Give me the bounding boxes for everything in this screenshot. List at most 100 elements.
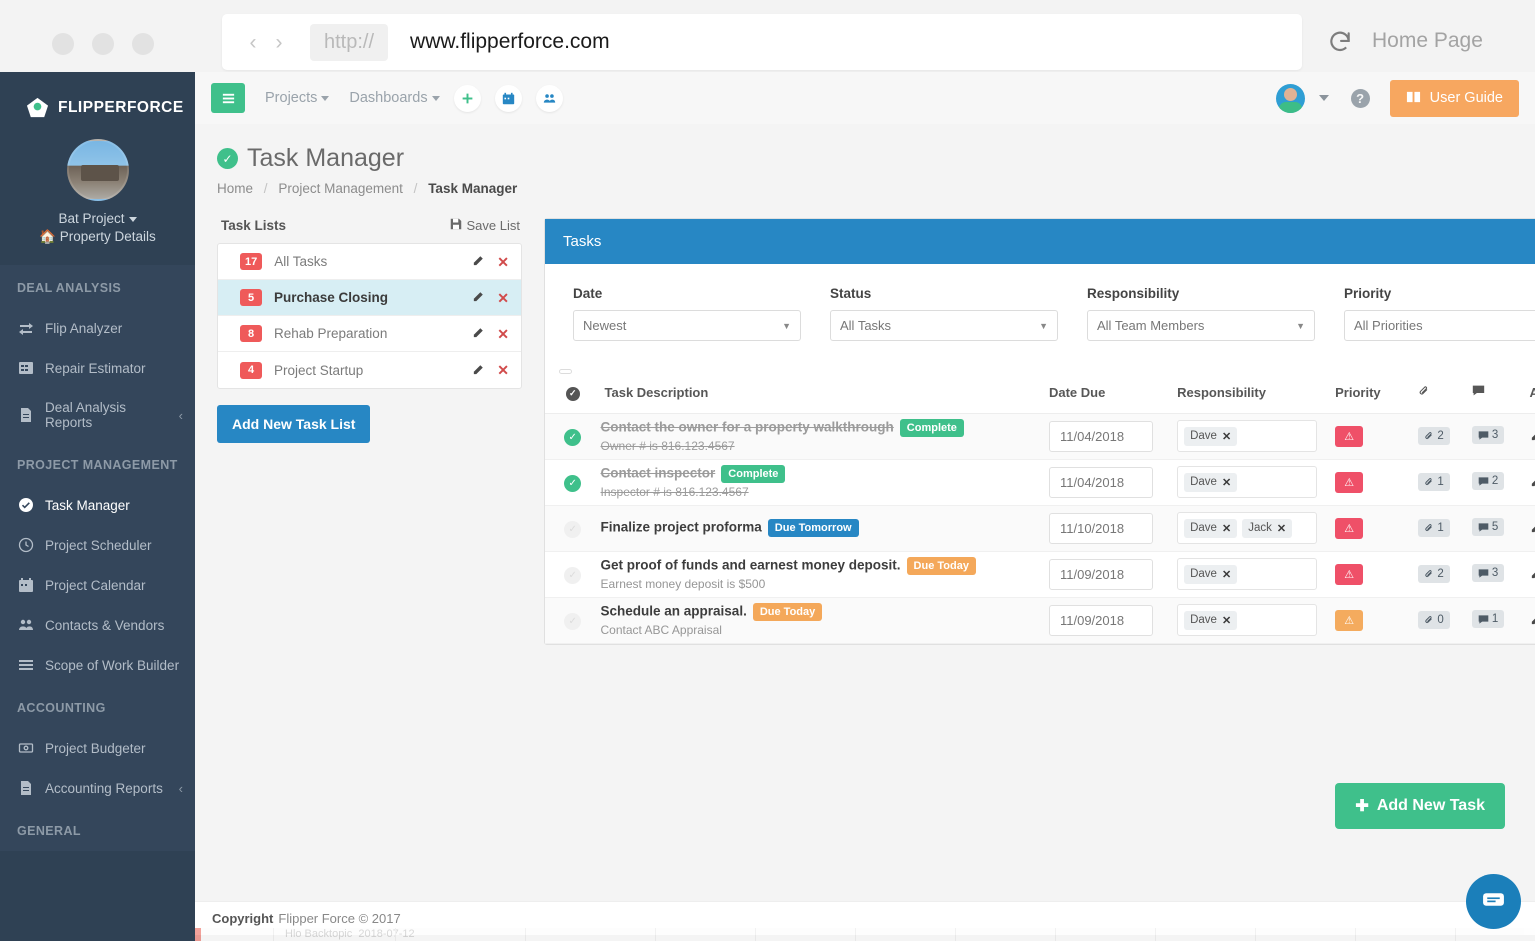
minimize-dot[interactable] xyxy=(92,33,114,55)
row-date-cell[interactable]: 11/09/2018 xyxy=(1048,551,1178,598)
team-button[interactable] xyxy=(535,84,563,112)
sidebar-item-task-manager[interactable]: Task Manager xyxy=(0,485,195,525)
row-responsibility-cell[interactable]: Dave ✕ xyxy=(1177,459,1336,506)
row-checkbox-cell[interactable]: ✓ xyxy=(545,505,601,552)
close-dot[interactable] xyxy=(52,33,74,55)
sidebar-item-deal-analysis-reports[interactable]: Deal Analysis Reports ‹ xyxy=(0,388,195,442)
delete-icon[interactable]: ✕ xyxy=(497,255,509,269)
edit-icon[interactable] xyxy=(1529,430,1535,443)
delete-icon[interactable]: ✕ xyxy=(497,291,509,305)
row-date-cell[interactable]: 11/09/2018 xyxy=(1048,597,1178,644)
row-attachments-cell[interactable]: 0 xyxy=(1418,597,1472,644)
row-date-cell[interactable]: 11/04/2018 xyxy=(1048,459,1178,506)
project-selector[interactable]: Bat Project xyxy=(0,211,195,226)
row-date-cell[interactable]: 11/10/2018 xyxy=(1048,505,1178,552)
row-attachments-cell[interactable]: 2 xyxy=(1418,551,1472,598)
question-mark-icon[interactable]: ? xyxy=(1350,88,1370,108)
row-comments-cell[interactable]: 1 xyxy=(1471,597,1530,644)
row-priority-cell[interactable]: ⚠ xyxy=(1335,505,1419,552)
maximize-dot[interactable] xyxy=(132,33,154,55)
sidebar-item-accounting-reports[interactable]: Accounting Reports ‹ xyxy=(0,768,195,808)
priority-badge-high[interactable]: ⚠ xyxy=(1335,517,1364,539)
add-button[interactable] xyxy=(453,84,481,112)
row-checkbox-cell[interactable]: ✓ xyxy=(545,551,601,598)
hamburger-icon[interactable] xyxy=(211,83,245,113)
status-select[interactable]: All Tasks ▼ xyxy=(830,310,1058,341)
url-input[interactable]: www.flipperforce.com xyxy=(410,30,610,54)
sidebar-item-scope-of-work-builder[interactable]: Scope of Work Builder xyxy=(0,645,195,685)
table-row[interactable]: ✓ Schedule an appraisal. Due Today Contac… xyxy=(545,597,1535,644)
responsibility-input[interactable]: Dave ✕ xyxy=(1177,466,1318,498)
priority-select[interactable]: All Priorities ▼ xyxy=(1344,310,1535,341)
task-complete-check-icon[interactable]: ✓ xyxy=(564,520,582,538)
row-checkbox-cell[interactable]: ✓ xyxy=(545,459,601,506)
person-chip[interactable]: Dave ✕ xyxy=(1184,564,1238,584)
sidebar-item-repair-estimator[interactable]: Repair Estimator xyxy=(0,348,195,388)
row-responsibility-cell[interactable]: Dave ✕ xyxy=(1177,413,1336,460)
table-row[interactable]: ✓ Contact the owner for a property walkt… xyxy=(545,413,1535,460)
responsibility-input[interactable]: Dave ✕ Jack ✕ xyxy=(1177,512,1318,544)
chat-button[interactable] xyxy=(1466,874,1521,929)
row-comments-cell[interactable]: 5 xyxy=(1471,505,1530,552)
task-list-item-rehab-preparation[interactable]: 8 Rehab Preparation ✕ xyxy=(218,316,521,352)
reload-icon[interactable] xyxy=(1327,29,1353,55)
date-due-input[interactable]: 11/09/2018 xyxy=(1048,604,1153,636)
tab-title[interactable]: Home Page xyxy=(1372,29,1483,53)
window-controls[interactable] xyxy=(52,33,154,55)
drag-handle[interactable] xyxy=(559,369,572,374)
responsibility-input[interactable]: Dave ✕ xyxy=(1177,558,1318,590)
responsibility-input[interactable]: Dave ✕ xyxy=(1177,420,1318,452)
sidebar-item-contacts-vendors[interactable]: Contacts & Vendors xyxy=(0,605,195,645)
edit-icon[interactable] xyxy=(1529,476,1535,489)
row-comments-cell[interactable]: 3 xyxy=(1471,551,1530,598)
row-date-cell[interactable]: 11/04/2018 xyxy=(1048,413,1178,460)
user-guide-button[interactable]: User Guide xyxy=(1389,79,1519,117)
sidebar-item-project-scheduler[interactable]: Project Scheduler xyxy=(0,525,195,565)
table-row[interactable]: ✓ Contact inspector Complete Inspector # … xyxy=(545,459,1535,506)
breadcrumb-section[interactable]: Project Management xyxy=(278,181,403,196)
priority-badge-high[interactable]: ⚠ xyxy=(1335,471,1364,493)
edit-icon[interactable] xyxy=(1529,568,1535,581)
sidebar-item-project-budgeter[interactable]: Project Budgeter xyxy=(0,728,195,768)
row-responsibility-cell[interactable]: Dave ✕ Jack ✕ xyxy=(1177,505,1336,552)
back-icon[interactable]: ‹ xyxy=(240,32,266,53)
delete-icon[interactable]: ✕ xyxy=(497,327,509,341)
remove-person-icon[interactable]: ✕ xyxy=(1222,522,1231,535)
row-priority-cell[interactable]: ⚠ xyxy=(1335,459,1419,506)
person-chip[interactable]: Dave ✕ xyxy=(1184,610,1238,630)
priority-badge-high[interactable]: ⚠ xyxy=(1335,425,1364,447)
remove-person-icon[interactable]: ✕ xyxy=(1277,522,1286,535)
edit-icon[interactable] xyxy=(471,291,484,304)
row-checkbox-cell[interactable]: ✓ xyxy=(545,413,601,460)
date-due-input[interactable]: 11/10/2018 xyxy=(1048,512,1153,544)
remove-person-icon[interactable]: ✕ xyxy=(1222,476,1231,489)
remove-person-icon[interactable]: ✕ xyxy=(1222,614,1231,627)
row-responsibility-cell[interactable]: Dave ✕ xyxy=(1177,597,1336,644)
column-select-all[interactable]: ✓ xyxy=(545,378,601,414)
delete-icon[interactable]: ✕ xyxy=(497,363,509,377)
edit-icon[interactable] xyxy=(471,364,484,377)
responsibility-select[interactable]: All Team Members ▼ xyxy=(1087,310,1315,341)
calendar-button[interactable] xyxy=(494,84,522,112)
task-complete-check-icon[interactable]: ✓ xyxy=(564,612,582,630)
date-due-input[interactable]: 11/04/2018 xyxy=(1048,466,1153,498)
task-complete-check-icon[interactable]: ✓ xyxy=(564,566,582,584)
person-chip[interactable]: Dave ✕ xyxy=(1184,426,1238,446)
table-row[interactable]: ✓ Get proof of funds and earnest money d… xyxy=(545,551,1535,598)
edit-icon[interactable] xyxy=(1529,522,1535,535)
breadcrumb-home[interactable]: Home xyxy=(217,181,253,196)
sidebar-item-flip-analyzer[interactable]: Flip Analyzer xyxy=(0,308,195,348)
nav-projects[interactable]: Projects xyxy=(265,90,330,106)
address-bar[interactable]: ‹ › http:// www.flipperforce.com xyxy=(222,14,1302,70)
add-new-task-list-button[interactable]: Add New Task List xyxy=(217,405,371,443)
row-attachments-cell[interactable]: 2 xyxy=(1418,413,1472,460)
row-responsibility-cell[interactable]: Dave ✕ xyxy=(1177,551,1336,598)
row-attachments-cell[interactable]: 1 xyxy=(1418,459,1472,506)
add-new-task-button[interactable]: ✚ Add New Task xyxy=(1335,783,1505,829)
date-due-input[interactable]: 11/04/2018 xyxy=(1048,420,1153,452)
remove-person-icon[interactable]: ✕ xyxy=(1222,568,1231,581)
brand-logo[interactable]: FLIPPERFORCE xyxy=(0,72,195,119)
edit-icon[interactable] xyxy=(471,255,484,268)
task-list-item-project-startup[interactable]: 4 Project Startup ✕ xyxy=(218,352,521,388)
table-row[interactable]: ✓ Finalize project proforma Due Tomorrow … xyxy=(545,505,1535,552)
